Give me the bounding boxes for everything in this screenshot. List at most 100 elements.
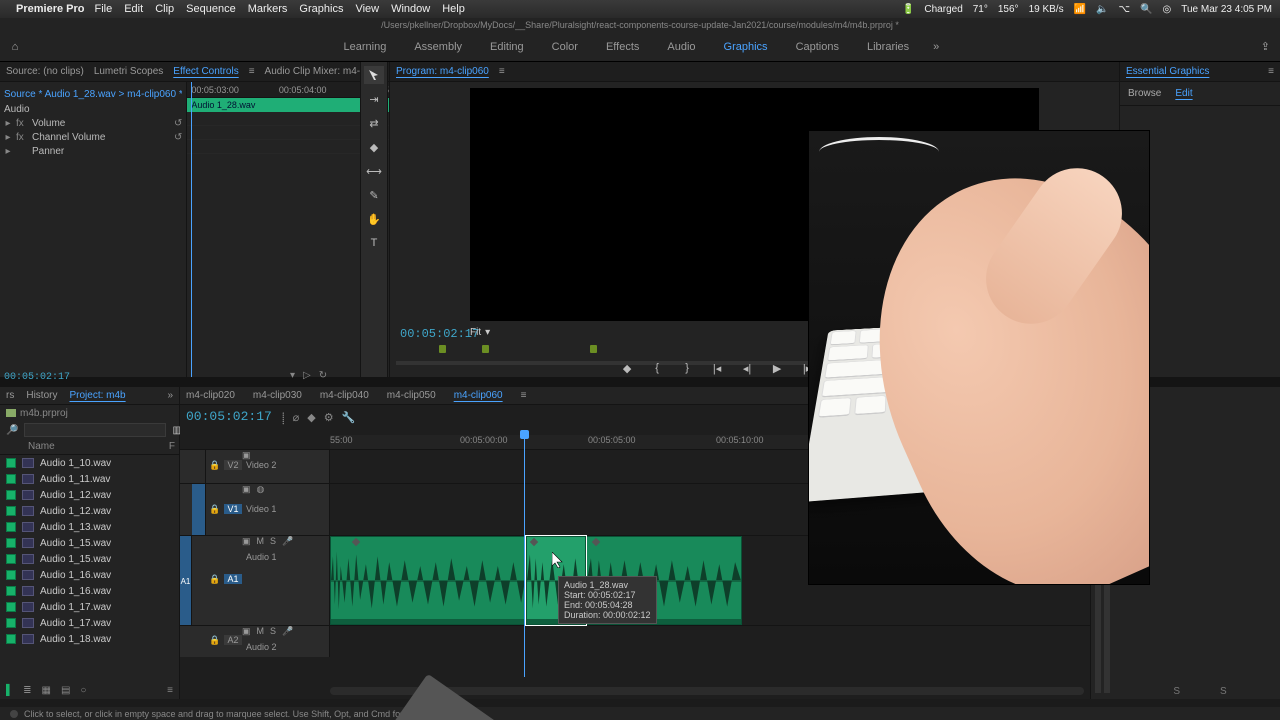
menu-clip[interactable]: Clip xyxy=(155,3,174,15)
timeline-playhead[interactable] xyxy=(524,435,525,677)
selection-tool-icon[interactable] xyxy=(364,66,384,84)
tab-effect-controls[interactable]: Effect Controls xyxy=(173,66,238,77)
wrench-icon[interactable]: 🔧 xyxy=(342,411,356,426)
param-channel-volume[interactable]: ▸fxChannel Volume↺ xyxy=(4,130,182,144)
share-icon[interactable]: ⇪ xyxy=(1261,40,1270,53)
slip-tool-icon[interactable]: ⟷ xyxy=(364,162,384,180)
audio-group[interactable]: Audio xyxy=(4,102,182,116)
toggle-output-icon[interactable]: ▣ xyxy=(242,536,251,547)
voice-over-icon[interactable]: 🎤 xyxy=(282,626,293,637)
menu-sequence[interactable]: Sequence xyxy=(186,3,236,15)
reset-icon[interactable]: ↺ xyxy=(174,132,182,143)
freeform-view-icon[interactable]: ▌ xyxy=(6,685,13,696)
tab-essential-graphics[interactable]: Essential Graphics xyxy=(1126,66,1209,77)
efc-playhead[interactable] xyxy=(191,82,192,377)
sequence-tab[interactable]: m4-clip050 xyxy=(387,390,436,401)
list-view-icon[interactable]: ≣ xyxy=(23,685,31,696)
workspace-learning[interactable]: Learning xyxy=(340,35,391,59)
list-item[interactable]: Audio 1_16.wav xyxy=(0,583,179,599)
marker-icon[interactable] xyxy=(439,345,446,353)
list-item[interactable]: Audio 1_10.wav xyxy=(0,455,179,471)
track-tag-a1[interactable]: A1 xyxy=(224,574,242,584)
list-item[interactable]: Audio 1_17.wav xyxy=(0,599,179,615)
track-tag-v1[interactable]: V1 xyxy=(224,504,242,514)
project-tab-project[interactable]: Project: m4b xyxy=(69,390,125,401)
source-patch-a1[interactable]: A1 xyxy=(180,536,192,626)
menu-markers[interactable]: Markers xyxy=(248,3,288,15)
step-back-icon[interactable]: ◂| xyxy=(740,361,754,375)
track-header-v2[interactable]: 🔒 V2 ▣ Video 2 xyxy=(180,449,330,483)
track-header-v1[interactable]: 🔒 V1 ▣◍ Video 1 xyxy=(180,483,330,535)
track-tag-a2[interactable]: A2 xyxy=(224,635,242,645)
list-item[interactable]: Audio 1_15.wav xyxy=(0,551,179,567)
icon-view-icon[interactable]: ▦ xyxy=(41,685,50,696)
play-only-icon[interactable]: ▷ xyxy=(303,370,311,381)
reset-icon[interactable]: ↺ xyxy=(174,118,182,129)
list-item[interactable]: Audio 1_11.wav xyxy=(0,471,179,487)
sequence-tab[interactable]: m4-clip040 xyxy=(320,390,369,401)
menu-view[interactable]: View xyxy=(355,3,379,15)
marker-icon[interactable]: ◆ xyxy=(307,411,315,426)
settings-icon[interactable]: ⚙ xyxy=(324,411,334,426)
voice-over-icon[interactable]: 🎤 xyxy=(282,536,293,547)
app-name[interactable]: Premiere Pro xyxy=(16,3,84,15)
column-framerate[interactable]: F xyxy=(169,441,175,452)
linked-selection-icon[interactable]: ⌀ xyxy=(293,411,300,426)
list-item[interactable]: Audio 1_13.wav xyxy=(0,519,179,535)
audio-clip-selected[interactable] xyxy=(526,536,586,625)
sequence-tab[interactable]: m4-clip030 xyxy=(253,390,302,401)
eg-edit-tab[interactable]: Edit xyxy=(1175,88,1192,99)
control-center-icon[interactable]: ◎ xyxy=(1162,4,1171,15)
project-search-input[interactable] xyxy=(24,423,166,437)
lock-icon[interactable]: 🔒 xyxy=(208,504,222,515)
panel-menu-icon[interactable]: ≡ xyxy=(167,685,173,696)
sequence-tab[interactable]: m4-clip020 xyxy=(186,390,235,401)
chevron-down-icon[interactable]: ▾ xyxy=(485,327,490,338)
snap-icon[interactable]: ⸽ xyxy=(282,411,285,426)
workspace-editing[interactable]: Editing xyxy=(486,35,528,59)
menu-file[interactable]: File xyxy=(94,3,112,15)
marker-icon[interactable] xyxy=(482,345,489,353)
effect-controls-timeline[interactable]: 00:05:03:00 00:05:04:00 00:05 Audio 1_28… xyxy=(187,82,389,377)
play-icon[interactable]: ▶ xyxy=(770,361,784,375)
workspace-graphics[interactable]: Graphics xyxy=(720,35,772,59)
track-tag-v2[interactable]: V2 xyxy=(224,460,242,470)
list-item[interactable]: Audio 1_17.wav xyxy=(0,615,179,631)
tab-lumetri-scopes[interactable]: Lumetri Scopes xyxy=(94,66,163,77)
tab-source[interactable]: Source: (no clips) xyxy=(6,66,84,77)
track-header-a2[interactable]: 🔒 A2 ▣MS🎤 Audio 2 xyxy=(180,625,330,657)
toggle-output-icon[interactable]: ▣ xyxy=(242,626,251,637)
add-marker-icon[interactable]: ◆ xyxy=(620,361,634,375)
project-tab-history[interactable]: History xyxy=(26,390,57,401)
eg-browse-tab[interactable]: Browse xyxy=(1128,88,1161,99)
timeline-h-scrollbar[interactable] xyxy=(330,687,1084,695)
zoom-slider[interactable]: ○ xyxy=(80,685,86,696)
sequence-tab[interactable]: m4-clip060 xyxy=(454,390,503,401)
freeform-icon[interactable]: ▤ xyxy=(61,685,70,696)
lock-icon[interactable]: 🔒 xyxy=(208,574,222,585)
efc-clip-bar[interactable]: Audio 1_28.wav xyxy=(187,98,389,112)
source-patch-v1[interactable] xyxy=(192,484,206,536)
go-to-in-icon[interactable]: |◂ xyxy=(710,361,724,375)
list-item[interactable]: Audio 1_18.wav xyxy=(0,631,179,647)
list-item[interactable]: Audio 1_12.wav xyxy=(0,503,179,519)
workspace-overflow-icon[interactable]: » xyxy=(933,41,939,53)
menu-help[interactable]: Help xyxy=(442,3,465,15)
marker-icon[interactable] xyxy=(590,345,597,353)
track-select-tool-icon[interactable]: ⇥ xyxy=(364,90,384,108)
project-breadcrumb[interactable]: m4b.prproj xyxy=(0,405,179,421)
param-volume[interactable]: ▸fxVolume↺ xyxy=(4,116,182,130)
track-header-a1[interactable]: A1 🔒 A1 ▣MS🎤 Audio 1 xyxy=(180,535,330,625)
lock-icon[interactable]: 🔒 xyxy=(208,635,222,646)
home-icon[interactable]: ⌂ xyxy=(0,41,30,53)
ripple-edit-tool-icon[interactable]: ⇄ xyxy=(364,114,384,132)
column-name[interactable]: Name xyxy=(28,441,55,452)
menu-window[interactable]: Window xyxy=(391,3,430,15)
loop-icon[interactable]: ↻ xyxy=(319,370,327,381)
pen-tool-icon[interactable]: ✎ xyxy=(364,186,384,204)
audio-clip[interactable] xyxy=(330,536,526,625)
toggle-output-icon[interactable]: ▣ xyxy=(242,484,251,495)
timeline-timecode[interactable]: 00:05:02:17 xyxy=(186,409,272,424)
workspace-captions[interactable]: Captions xyxy=(792,35,843,59)
lock-icon[interactable]: 🔒 xyxy=(208,460,222,471)
